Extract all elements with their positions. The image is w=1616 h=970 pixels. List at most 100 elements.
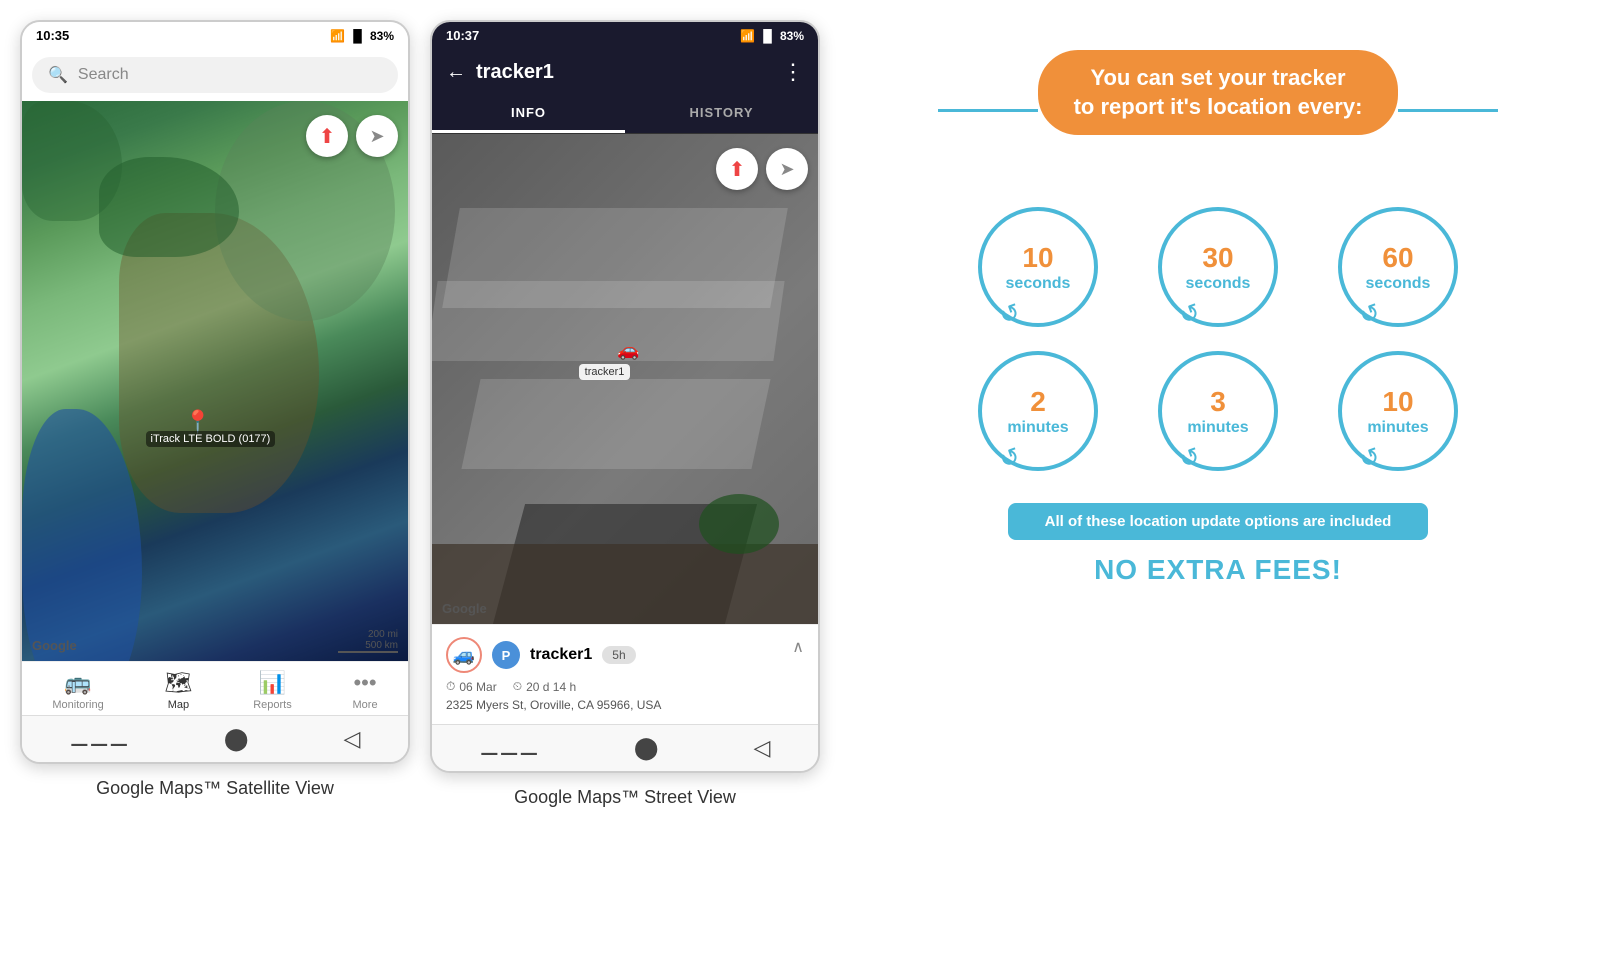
infographic-title-line1: You can set your tracker	[1090, 65, 1345, 90]
android-home-icon[interactable]: ⬤	[224, 726, 249, 752]
tracker-compass-btn[interactable]: ⬆	[716, 148, 758, 190]
time-circle-inner-2m: 2 minutes	[1007, 385, 1068, 438]
time-circle-inner-10s: 10 seconds	[1006, 241, 1071, 294]
signal-icon: ▐▌	[349, 29, 366, 43]
time-unit-2m: minutes	[1007, 418, 1068, 437]
title-line-right	[1398, 109, 1498, 112]
time-unit-60s: seconds	[1366, 274, 1431, 293]
phone2-status-bar: 10:37 📶 ▐▌ 83%	[432, 22, 818, 49]
no-fees-banner: All of these location update options are…	[1008, 503, 1428, 540]
infographic-title-line2: to report it's location every:	[1074, 94, 1363, 119]
time-circle-10m: 10 minutes ↺	[1338, 351, 1458, 471]
phone1-frame: 10:35 📶 ▐▌ 83% 🔍 Search	[20, 20, 410, 764]
infographic-panel: You can set your tracker to report it's …	[840, 20, 1596, 616]
search-bar[interactable]: 🔍 Search	[32, 57, 398, 93]
tracker-p-icon: P	[492, 641, 520, 669]
info-duration-item: ⏲ 20 d 14 h	[513, 679, 576, 694]
phone2-signal-icon: ▐▌	[759, 29, 776, 43]
circle-arrow-10s: ↺	[996, 298, 1025, 332]
time-number-60s: 60	[1366, 241, 1431, 275]
info-meta: ⏱ 06 Mar ⏲ 20 d 14 h	[446, 679, 804, 694]
circle-10m: 10 minutes ↺	[1318, 351, 1478, 471]
circles-grid: 10 seconds ↺ 30 seconds ↺ 60 seconds	[958, 207, 1478, 471]
compass-button[interactable]: ⬆	[306, 115, 348, 157]
circle-arrow-10m: ↺	[1356, 442, 1385, 476]
phone2-battery-text: 83%	[780, 29, 804, 43]
android2-back-icon[interactable]: ⚊⚊⚊	[480, 735, 539, 761]
title-line-left	[938, 109, 1038, 112]
search-bar-container: 🔍 Search	[22, 49, 408, 101]
more-options-icon[interactable]: ⋮	[782, 59, 804, 85]
android2-home-icon[interactable]: ⬤	[634, 735, 659, 761]
circle-3m: 3 minutes ↺	[1138, 351, 1298, 471]
info-address: 2325 Myers St, Oroville, CA 95966, USA	[446, 698, 804, 712]
tracker-navigate-btn[interactable]: ➤	[766, 148, 808, 190]
phone2-android-nav: ⚊⚊⚊ ⬤ ◁	[432, 724, 818, 771]
circle-arrow-60s: ↺	[1356, 298, 1385, 332]
parking-row-3	[461, 379, 770, 469]
android-back-icon[interactable]: ⚊⚊⚊	[70, 726, 129, 752]
time-number-2m: 2	[1007, 385, 1068, 419]
time-circle-60s: 60 seconds ↺	[1338, 207, 1458, 327]
time-circle-inner-30s: 30 seconds	[1186, 241, 1251, 294]
scale-line	[338, 651, 398, 653]
tracker-car-avatar: 🚙	[446, 637, 482, 673]
tracker-navigate-icon: ➤	[779, 159, 794, 180]
tracker-google-watermark: Google	[442, 601, 487, 616]
banner-text: All of these location update options are…	[1036, 513, 1400, 530]
android-recents-icon[interactable]: ◁	[344, 726, 361, 752]
info-duration: 20 d 14 h	[526, 680, 576, 694]
monitoring-icon: 🚌	[64, 670, 91, 696]
phone1-map[interactable]: 📍 iTrack LTE BOLD (0177) ⬆ ➤ Google 200 …	[22, 101, 408, 661]
circle-30s: 30 seconds ↺	[1138, 207, 1298, 327]
title-row: You can set your tracker to report it's …	[938, 50, 1498, 171]
expand-button[interactable]: ∧	[792, 637, 804, 657]
tracker-title: tracker1	[476, 61, 772, 84]
tab-history[interactable]: HISTORY	[625, 95, 818, 133]
tab-info[interactable]: INFO	[432, 95, 625, 133]
time-unit-10s: seconds	[1006, 274, 1071, 293]
circle-arrow-3m: ↺	[1176, 442, 1205, 476]
nav-monitoring-label: Monitoring	[52, 699, 103, 711]
nav-map-label: Map	[168, 699, 189, 711]
scale-text-2: 500 km	[338, 640, 398, 651]
time-number-10m: 10	[1367, 385, 1428, 419]
tree-cluster	[699, 494, 779, 554]
phone2-wrapper: 10:37 📶 ▐▌ 83% ← tracker1 ⋮ INFO HISTORY	[430, 20, 820, 808]
nav-more[interactable]: ••• More	[353, 670, 378, 711]
parking-row-2	[432, 281, 785, 361]
nav-map[interactable]: 🗺 Map	[165, 670, 193, 711]
time-number-3m: 3	[1187, 385, 1248, 419]
time-circle-inner-3m: 3 minutes	[1187, 385, 1248, 438]
info-date-item: ⏱ 06 Mar	[446, 679, 497, 694]
wifi-icon: 📶	[330, 29, 345, 43]
info-date: 06 Mar	[459, 680, 496, 694]
time-unit-30s: seconds	[1186, 274, 1251, 293]
android2-recents-icon[interactable]: ◁	[754, 735, 771, 761]
satellite-map-bg: 📍 iTrack LTE BOLD (0177) ⬆ ➤ Google 200 …	[22, 101, 408, 661]
nav-more-label: More	[353, 699, 378, 711]
navigate-button[interactable]: ➤	[356, 115, 398, 157]
phone1-android-nav: ⚊⚊⚊ ⬤ ◁	[22, 715, 408, 762]
infographic-title: You can set your tracker to report it's …	[1074, 64, 1363, 121]
phone2-map[interactable]: 🚗 tracker1 ⬆ ➤ Google	[432, 134, 818, 624]
tracker-tabs: INFO HISTORY	[432, 95, 818, 134]
time-unit-3m: minutes	[1187, 418, 1248, 437]
parking-lot-bg: 🚗 tracker1 ⬆ ➤ Google	[432, 134, 818, 624]
phone1-caption: Google Maps™ Satellite View	[96, 778, 334, 799]
scale-bar: 200 mi 500 km	[338, 629, 398, 653]
phone1-status-icons: 📶 ▐▌ 83%	[330, 29, 394, 43]
time-circle-inner-10m: 10 minutes	[1367, 385, 1428, 438]
tracker-car-pin: 🚗	[617, 340, 639, 361]
back-icon[interactable]: ←	[446, 61, 466, 84]
phone1-time: 10:35	[36, 28, 69, 43]
search-input-placeholder[interactable]: Search	[78, 66, 129, 84]
time-number-10s: 10	[1006, 241, 1071, 275]
time-circle-2m: 2 minutes ↺	[978, 351, 1098, 471]
phone2-caption: Google Maps™ Street View	[514, 787, 736, 808]
nav-reports[interactable]: 📊 Reports	[253, 670, 292, 711]
circle-arrow-30s: ↺	[1176, 298, 1205, 332]
nav-monitoring[interactable]: 🚌 Monitoring	[52, 670, 103, 711]
time-number-30s: 30	[1186, 241, 1251, 275]
circle-60s: 60 seconds ↺	[1318, 207, 1478, 327]
